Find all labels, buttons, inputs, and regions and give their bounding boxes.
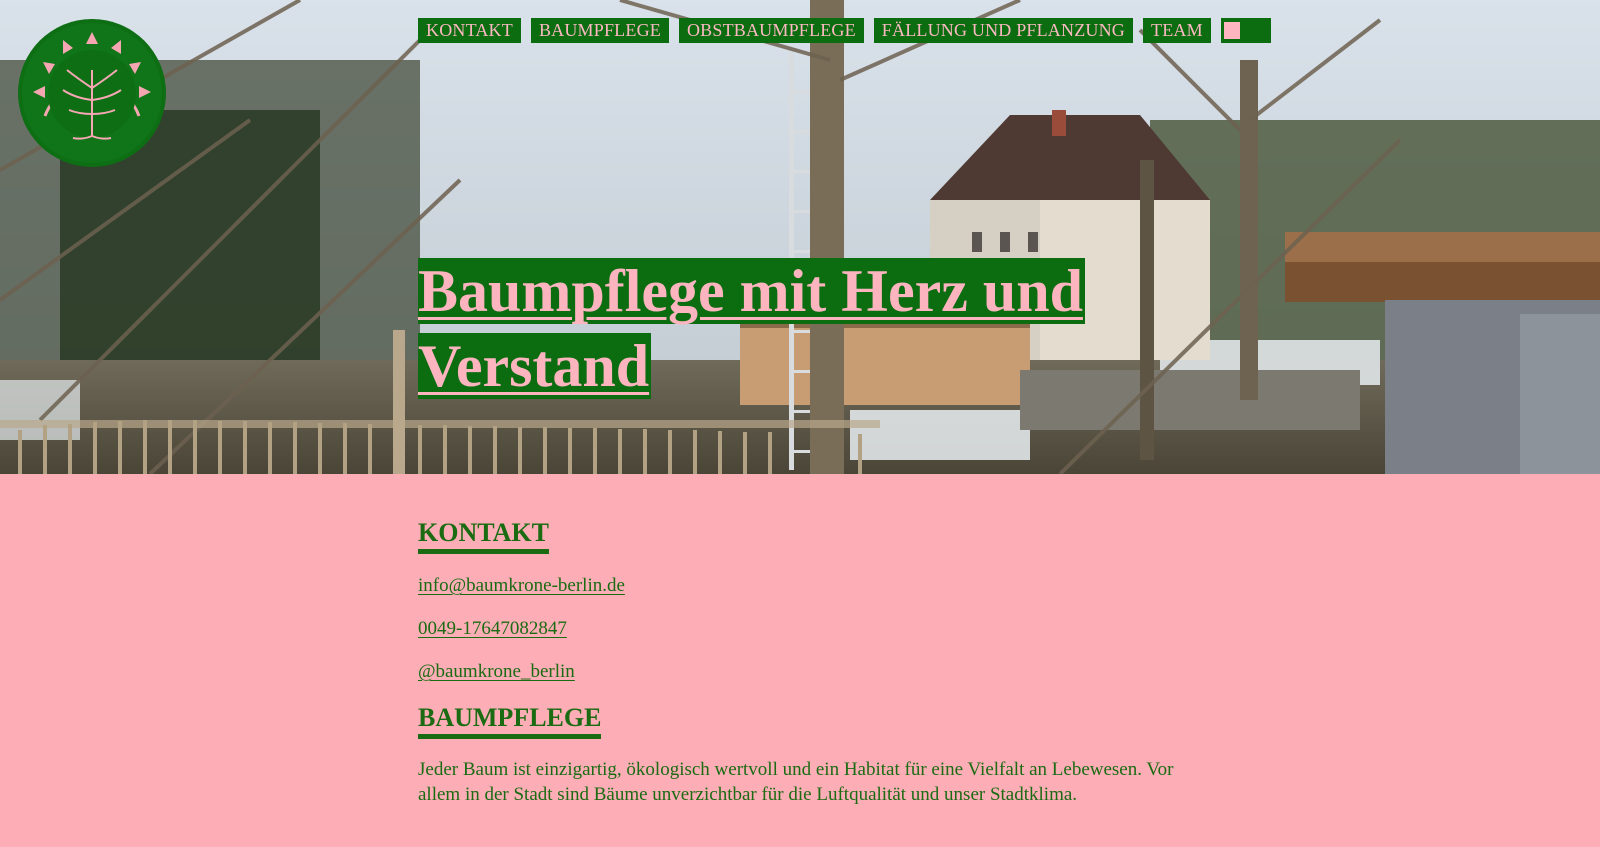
nav-item-obstbaumpflege[interactable]: OBSTBAUMPFLEGE — [678, 18, 864, 43]
instagram-link[interactable]: @baumkrone_berlin — [418, 661, 1208, 683]
main-nav: KONTAKT BAUMPFLEGE OBSTBAUMPFLEGE FÄLLUN… — [418, 18, 1271, 43]
phone-link[interactable]: 0049-17647082847 — [418, 618, 1208, 640]
baumkrone-logo[interactable] — [17, 18, 167, 168]
tree-logo-icon — [18, 19, 166, 167]
hero-title-text[interactable]: Baumpflege mit Herz und Verstand — [418, 258, 1085, 399]
nav-item-baumpflege[interactable]: BAUMPFLEGE — [530, 18, 669, 43]
theme-toggle[interactable] — [1220, 18, 1271, 43]
baumpflege-text: Jeder Baum ist einzigartig, ökologisch w… — [418, 759, 1174, 805]
nav-item-team[interactable]: TEAM — [1143, 18, 1211, 43]
toggle-knob — [1223, 22, 1240, 39]
kontakt-heading: KONTAKT — [418, 518, 549, 554]
nav-item-kontakt[interactable]: KONTAKT — [418, 18, 521, 43]
email-link[interactable]: info@baumkrone-berlin.de — [418, 575, 1208, 597]
hero-banner: KONTAKT BAUMPFLEGE OBSTBAUMPFLEGE FÄLLUN… — [0, 0, 1600, 474]
baumpflege-heading: BAUMPFLEGE — [418, 703, 602, 739]
hero-title: Baumpflege mit Herz und Verstand — [418, 254, 1118, 404]
main-content: KONTAKT info@baumkrone-berlin.de 0049-17… — [418, 474, 1208, 807]
nav-item-faellung-und-pflanzung[interactable]: FÄLLUNG UND PFLANZUNG — [873, 18, 1133, 43]
